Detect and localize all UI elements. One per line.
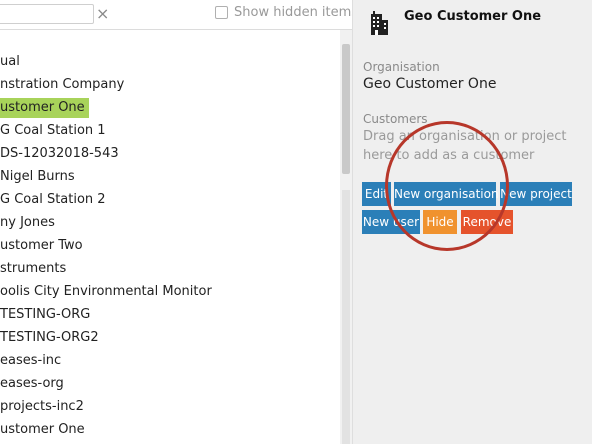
tree-item[interactable]: TESTING-ORG2 [0,328,102,348]
tree-item-label: ual [0,54,20,69]
tree-item[interactable]: ustomer Two [0,236,86,256]
tree-item[interactable]: eases-org [0,374,67,394]
new-user-button[interactable]: New user [362,210,420,234]
tree-item-label: struments [0,261,67,276]
tree-scrollbar[interactable] [340,30,352,444]
tree-item[interactable]: DS-12032018-543 [0,144,122,164]
tree-item-label: G Coal Station 2 [0,192,106,207]
tree-item[interactable]: G Coal Station 2 [0,190,109,210]
tree-toolbar: × Show hidden items [0,0,358,30]
tree-item[interactable]: Nigel Burns [0,167,78,187]
new-project-button[interactable]: New project [500,182,572,206]
organisation-tree-pane: × Show hidden items ual nstration Company… [0,0,358,444]
tree-item[interactable]: TESTING-ORG [0,305,93,325]
clear-search-icon[interactable]: × [96,5,109,23]
tree-item[interactable]: nstration Company [0,75,127,95]
tree-item-label: ustomer Two [0,238,83,253]
show-hidden-checkbox[interactable] [215,6,228,19]
customers-drop-zone[interactable]: Drag an organisation or project here to … [363,127,592,165]
organisation-label: Organisation [363,60,440,74]
building-icon [371,11,388,35]
scrollbar-thumb[interactable] [342,44,350,174]
tree-item-selected[interactable]: ustomer One [0,98,89,118]
organisation-value: Geo Customer One [363,76,497,92]
tree-item-label: G Coal Station 1 [0,123,106,138]
tree-item[interactable]: ustomer One [0,420,88,440]
tree-item[interactable]: eases-inc [0,351,64,371]
tree-item-label: ustomer One [0,98,89,118]
tree-item-label: ustomer One [0,422,85,437]
scrollbar-track[interactable] [342,190,350,444]
tree-item-label: projects-inc2 [0,399,84,414]
tree-item[interactable]: ny Jones [0,213,58,233]
tree-item[interactable]: struments [0,259,69,279]
tree-item-label: nstration Company [0,77,125,92]
customers-label: Customers [363,112,428,126]
new-organisation-button[interactable]: New organisation [394,182,499,206]
remove-button[interactable]: Remove [461,210,513,234]
tree-item-label: oolis City Environmental Monitoring [0,284,212,299]
hide-button[interactable]: Hide [423,210,457,234]
tree-item[interactable]: G Coal Station 1 [0,121,109,141]
tree-item[interactable]: ual [0,52,23,72]
tree-item[interactable]: oolis City Environmental Monitoring [0,282,212,302]
edit-button[interactable]: Edit [362,182,391,206]
organisation-title: Geo Customer One [404,9,542,24]
tree-item-label: TESTING-ORG2 [0,330,99,345]
show-hidden-label: Show hidden items [234,5,359,20]
tree-item[interactable]: projects-inc2 [0,397,87,417]
tree-item-label: ny Jones [0,215,55,230]
search-input[interactable] [0,4,94,24]
tree-item-label: TESTING-ORG [0,307,91,322]
tree-item-label: Nigel Burns [0,169,75,184]
tree-item-label: DS-12032018-543 [0,146,119,161]
tree-item-label: eases-org [0,376,64,391]
tree-item-label: eases-inc [0,353,62,368]
